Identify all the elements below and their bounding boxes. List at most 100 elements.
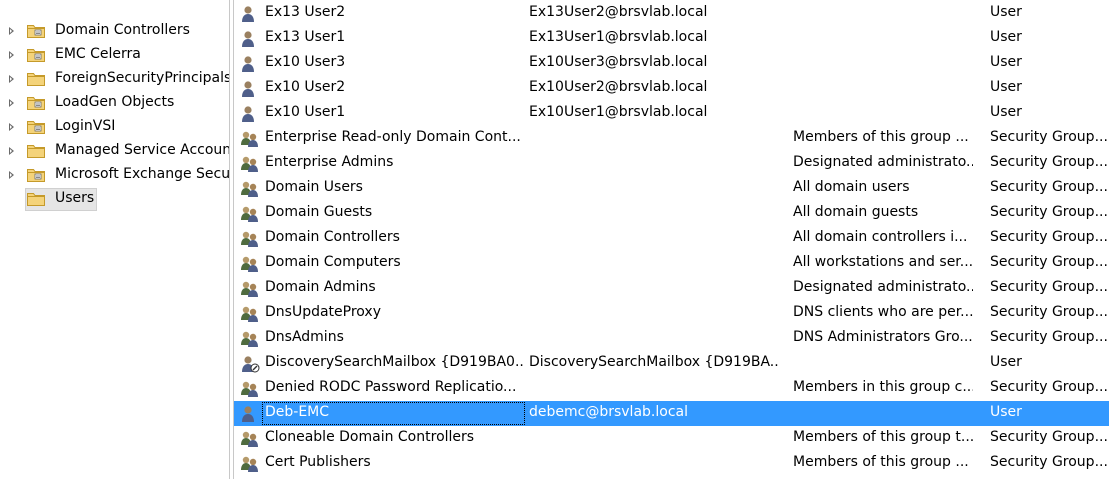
expand-arrow-icon[interactable] [9,75,14,83]
cell-description: All domain users [793,179,910,195]
list-row[interactable]: Domain Users All domain users Security G… [234,176,1109,201]
cell-name: DnsAdmins [265,329,344,345]
list-row[interactable]: Domain Admins Designated administrato...… [234,276,1109,301]
cell-description: All domain guests [793,204,919,220]
folder-icon [27,121,45,134]
list-row[interactable]: Ex13 User1 Ex13User1@brsvlab.local User [234,26,1109,51]
cell-description: DNS clients who are per... [793,304,973,320]
cell-name: Domain Guests [265,204,373,220]
tree-item-label: LoginVSI [55,118,116,134]
list-row[interactable]: Domain Controllers All domain controller… [234,226,1109,251]
cell-description: Members in this group c... [793,379,973,395]
user-icon [242,106,254,122]
cell-user-logon-name: Ex13User2@brsvlab.local [529,4,708,20]
folder-icon [27,169,45,182]
disabled-user-icon [242,356,260,373]
group-icon [241,231,258,247]
folder-icon [27,49,45,62]
expand-arrow-icon[interactable] [9,27,14,35]
cell-name: Domain Computers [265,254,401,270]
cell-type: Security Group... [990,229,1108,245]
list-row[interactable]: Enterprise Read-only Domain Cont... Memb… [234,126,1109,151]
cell-type: User [990,354,1022,370]
expand-arrow-icon[interactable] [9,123,14,131]
expand-arrow-icon[interactable] [9,51,14,59]
tree-item-label: EMC Celerra [55,46,141,62]
list-row[interactable]: Ex10 User3 Ex10User3@brsvlab.local User [234,51,1109,76]
cell-name: Cloneable Domain Controllers [265,429,475,445]
navigation-tree: Domain Controllers EMC Celerra ForeignSe… [0,0,229,479]
list-row[interactable]: Domain Guests All domain guests Security… [234,201,1109,226]
cell-description: Designated administrato... [793,279,973,295]
group-icon [241,306,258,322]
list-row[interactable]: Cloneable Domain Controllers Members of … [234,426,1109,451]
user-icon [242,406,254,422]
cell-description: Designated administrato... [793,154,973,170]
folder-icon [27,145,45,158]
objects-list: Ex13 User2 Ex13User2@brsvlab.local User … [234,0,1109,479]
group-icon [241,281,258,297]
cell-type: User [990,404,1022,420]
cell-name: Enterprise Admins [265,154,394,170]
cell-name: Denied RODC Password Replicatio... [265,379,517,395]
list-row[interactable]: Domain Computers All workstations and se… [234,251,1109,276]
cell-name: Ex10 User3 [265,54,346,70]
cell-description: All workstations and ser... [793,254,973,270]
cell-type: User [990,4,1022,20]
cell-type: Security Group... [990,429,1108,445]
cell-type: Security Group... [990,129,1108,145]
expand-arrow-icon[interactable] [9,99,14,107]
list-row[interactable]: DiscoverySearchMailbox {D919BA0... Disco… [234,351,1109,376]
tree-item-label: LoadGen Objects [55,94,175,110]
list-row[interactable]: DnsUpdateProxy DNS clients who are per..… [234,301,1109,326]
tree-item-label: Users [55,190,95,206]
group-icon [241,206,258,222]
user-icon [242,81,254,97]
folder-icon [27,73,45,86]
list-row[interactable]: Enterprise Admins Designated administrat… [234,151,1109,176]
expand-arrow-icon[interactable] [9,147,14,155]
tree-item-label: ForeignSecurityPrincipals [55,70,229,86]
cell-name: Ex10 User1 [265,104,346,120]
list-row[interactable]: Ex13 User2 Ex13User2@brsvlab.local User [234,1,1109,26]
group-icon [241,131,258,147]
list-row[interactable]: Cert Publishers Members of this group ..… [234,451,1109,476]
cell-user-logon-name: debemc@brsvlab.local [529,404,688,420]
cell-type: User [990,29,1022,45]
cell-name: DnsUpdateProxy [265,304,381,320]
cell-user-logon-name: Ex10User2@brsvlab.local [529,79,708,95]
list-row[interactable]: Ex10 User1 Ex10User1@brsvlab.local User [234,101,1109,126]
expand-arrow-icon[interactable] [9,171,14,179]
cell-name: Ex10 User2 [265,79,346,95]
cell-type: User [990,104,1022,120]
group-icon [241,156,258,172]
cell-type: Security Group... [990,279,1108,295]
cell-name: Deb-EMC [265,404,330,420]
cell-name: Domain Users [265,179,363,195]
cell-user-logon-name: Ex10User3@brsvlab.local [529,54,708,70]
user-icon [242,56,254,72]
cell-name: DiscoverySearchMailbox {D919BA0... [265,354,525,370]
cell-name: Ex13 User1 [265,29,346,45]
list-row[interactable]: DnsAdmins DNS Administrators Gro... Secu… [234,326,1109,351]
group-icon [241,431,258,447]
folder-icon [27,25,45,38]
cell-name: Enterprise Read-only Domain Cont... [265,129,521,145]
cell-type: Security Group... [990,154,1108,170]
folder-icon [27,193,45,206]
cell-type: Security Group... [990,254,1108,270]
cell-user-logon-name: Ex10User1@brsvlab.local [529,104,708,120]
list-row[interactable]: Ex10 User2 Ex10User2@brsvlab.local User [234,76,1109,101]
list-row[interactable]: Deb-EMC debemc@brsvlab.local User [234,401,1109,426]
cell-type: Security Group... [990,179,1108,195]
cell-name: Ex13 User2 [265,4,346,20]
cell-name: Domain Controllers [265,229,400,245]
cell-description: Members of this group ... [793,129,969,145]
cell-description: All domain controllers i... [793,229,968,245]
folder-icon [27,97,45,110]
cell-description: Members of this group ... [793,454,969,470]
user-icon [242,31,254,47]
cell-name: Cert Publishers [265,454,371,470]
list-row[interactable]: Denied RODC Password Replicatio... Membe… [234,376,1109,401]
group-icon [241,181,258,197]
